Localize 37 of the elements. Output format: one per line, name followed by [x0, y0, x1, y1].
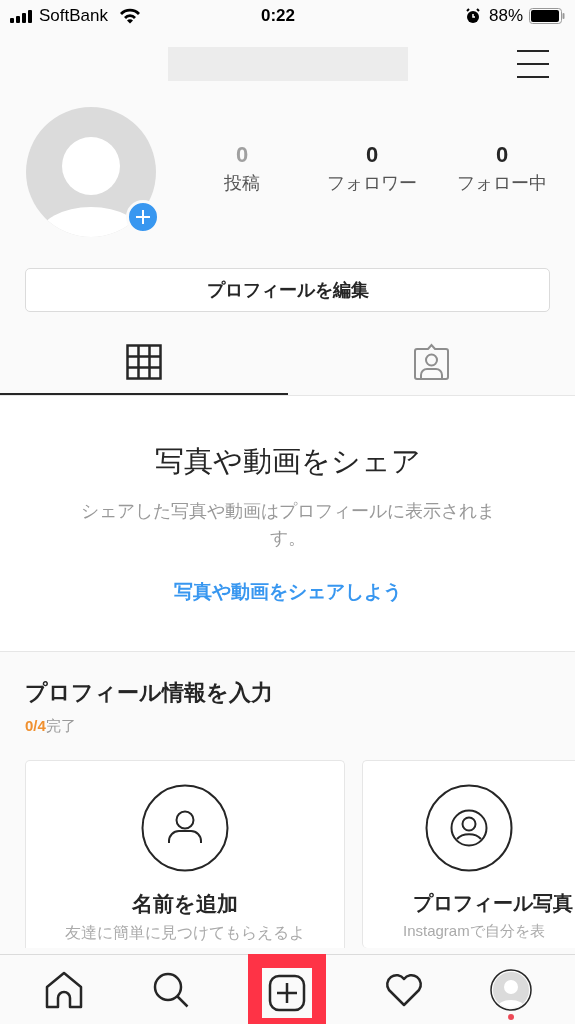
grid-icon: [125, 343, 162, 380]
card-description: 友達に簡単に見つけてもらえるよ: [65, 923, 305, 943]
person-icon: [141, 783, 229, 872]
stat-count: 0: [495, 142, 509, 168]
carrier-name: SoftBank: [39, 5, 109, 28]
profile-avatar-icon: [490, 968, 533, 1011]
wifi-icon: [119, 8, 141, 24]
plus-icon: [135, 209, 151, 225]
tagged-person-icon: [412, 343, 450, 380]
home-icon: [44, 970, 83, 1009]
search-icon: [152, 970, 191, 1009]
profile-photo-icon: [425, 783, 513, 872]
alarm-icon: [464, 8, 481, 24]
card-title: プロフィール写真: [413, 890, 573, 916]
battery-icon: [529, 8, 565, 24]
card-title: 名前を追加: [132, 890, 238, 917]
stat-count: 0: [365, 142, 379, 168]
nav-button[interactable]: [248, 954, 327, 1024]
setup-card[interactable]: 名前を追加 友達に簡単に見つけてもらえるよ: [25, 759, 345, 948]
edit-profile-button[interactable]: プロフィールを編集: [25, 268, 550, 312]
stat-label: フォロー中: [457, 172, 547, 195]
stat-count: 0: [235, 142, 249, 168]
signal-icon: [10, 9, 34, 23]
heart-icon: [384, 972, 423, 1007]
add-post-icon: [268, 974, 307, 1012]
empty-state-title: 写真や動画をシェア: [154, 444, 421, 479]
battery-percent: 88%: [488, 5, 523, 28]
menu-icon[interactable]: [517, 50, 549, 78]
progress-text: 0/4完了: [25, 716, 77, 736]
setup-card[interactable]: プロフィール写真 Instagramで自分を表: [362, 759, 575, 948]
card-description: Instagramで自分を表: [403, 920, 545, 941]
stat-label: フォロワー: [327, 172, 417, 195]
stat-label: 投稿: [224, 172, 260, 195]
clock: 0:22: [259, 5, 296, 28]
avatar-placeholder[interactable]: [25, 106, 157, 238]
empty-state-description: シェアした写真や動画はプロフィールに表示されます。: [79, 499, 496, 550]
section-title: プロフィール情報を入力: [25, 679, 274, 707]
